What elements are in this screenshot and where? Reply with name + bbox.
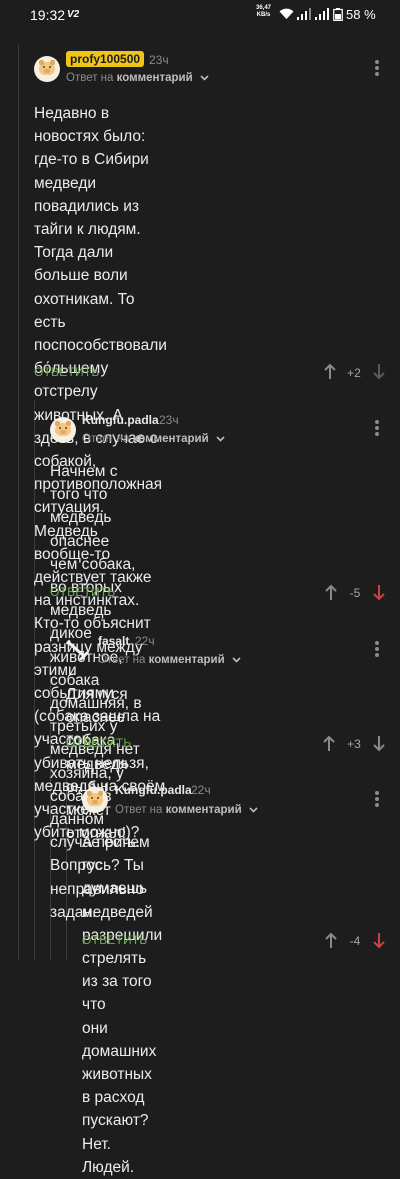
upvote-arrow-icon[interactable]: [324, 363, 336, 380]
comment-line: пускают? Нет. Людей.: [82, 1112, 149, 1176]
chevron-down-icon: [200, 75, 209, 81]
comment-line: Тогда дали больше воли охотникам. То: [34, 244, 135, 308]
chevron-down-icon: [232, 657, 241, 663]
rating-count: -4: [349, 934, 361, 948]
avatar[interactable]: [34, 56, 60, 82]
network-speed: 36,47 KB/s: [256, 5, 271, 19]
downvote-arrow-icon[interactable]: [373, 932, 385, 949]
reply-to-link[interactable]: Ответ на комментарий: [115, 804, 258, 816]
comment-line: они домашних животных в расход: [82, 1019, 157, 1107]
comment-author[interactable]: Kungfu.padla: [115, 783, 192, 797]
reply-to-target: комментарий: [132, 433, 209, 445]
battery-percent: 58 %: [346, 7, 376, 22]
comment-line: чем собака, во вторых медведь дикое: [50, 555, 136, 643]
reply-to-link[interactable]: Ответ на комментарий: [82, 433, 225, 445]
rating-count: -5: [349, 586, 361, 600]
comment-line: А причем гусь? Ты думаешь медведей: [82, 834, 153, 921]
comment-author[interactable]: Kungfu.padla: [82, 413, 159, 427]
reply-to-prefix: Ответ на: [66, 72, 114, 84]
comment-time: 23ч: [159, 413, 179, 427]
wrench-avatar-icon[interactable]: [64, 637, 90, 663]
downvote-arrow-icon[interactable]: [373, 735, 385, 752]
reply-to-link[interactable]: Ответ на комментарий: [66, 72, 209, 84]
downvote-arrow-icon[interactable]: [373, 584, 385, 601]
rating-count: +2: [347, 366, 361, 380]
upvote-arrow-icon[interactable]: [325, 932, 337, 949]
reply-to-target: комментарий: [165, 804, 242, 816]
wifi-icon: [279, 8, 294, 19]
chevron-down-icon: [216, 436, 225, 442]
reply-button[interactable]: ОТВЕТИТЬ: [82, 933, 147, 947]
more-options-icon[interactable]: [375, 420, 379, 438]
reply-to-target: комментарий: [148, 654, 225, 666]
avatar[interactable]: [82, 787, 108, 813]
comment-line: Начнем с того что медведь опаснее: [50, 463, 118, 550]
network-speed-unit: KB/s: [256, 12, 271, 18]
network-speed-value: 36,47: [256, 5, 272, 11]
status-bar: 19:32 V2 36,47 KB/s 58 %: [0, 0, 400, 30]
comment-time: 22ч: [135, 634, 155, 648]
comment-body: Для гуся опаснее собака, медведя он бы м…: [66, 683, 128, 845]
clock: 19:32: [30, 7, 66, 23]
rating-count: +3: [347, 737, 361, 751]
comment-line: есть поспособствовали бо́льшему отстрелу: [34, 313, 167, 401]
reply-to-prefix: Ответ на: [115, 804, 163, 816]
comment-line: Недавно в новостях было: где-то в Сибири: [34, 105, 149, 169]
more-options-icon[interactable]: [375, 60, 379, 78]
signal-sim1-icon: [297, 8, 311, 20]
reply-to-prefix: Ответ на: [82, 433, 130, 445]
comment-author[interactable]: profy100500: [66, 51, 145, 67]
reply-to-target: комментарий: [116, 72, 193, 84]
comment-author[interactable]: fasalt: [98, 634, 129, 648]
comment-time: 22ч: [191, 783, 211, 797]
carrier-tag: V2: [67, 9, 80, 20]
reply-to-link[interactable]: Ответ на комментарий: [98, 654, 241, 666]
more-options-icon[interactable]: [375, 791, 379, 809]
thread-line: [18, 45, 19, 960]
downvote-arrow-icon[interactable]: [373, 363, 385, 380]
reply-button[interactable]: ОТВЕТИТЬ: [50, 585, 115, 599]
more-options-icon[interactable]: [375, 641, 379, 659]
avatar[interactable]: [50, 417, 76, 443]
reply-button[interactable]: ОТВЕТИТЬ: [66, 736, 131, 750]
comment-body: А причем гусь? Ты думаешь медведей разре…: [82, 831, 162, 1179]
reply-button[interactable]: ОТВЕТИТЬ: [34, 365, 99, 379]
comment-line: медведи повадились из тайги к людям.: [34, 174, 141, 239]
upvote-arrow-icon[interactable]: [323, 735, 335, 752]
reply-to-prefix: Ответ на: [98, 654, 146, 666]
upvote-arrow-icon[interactable]: [325, 584, 337, 601]
comment-time: 23ч: [149, 53, 169, 67]
battery-icon: [333, 8, 343, 21]
chevron-down-icon: [249, 807, 258, 813]
signal-sim2-icon: [315, 8, 329, 20]
